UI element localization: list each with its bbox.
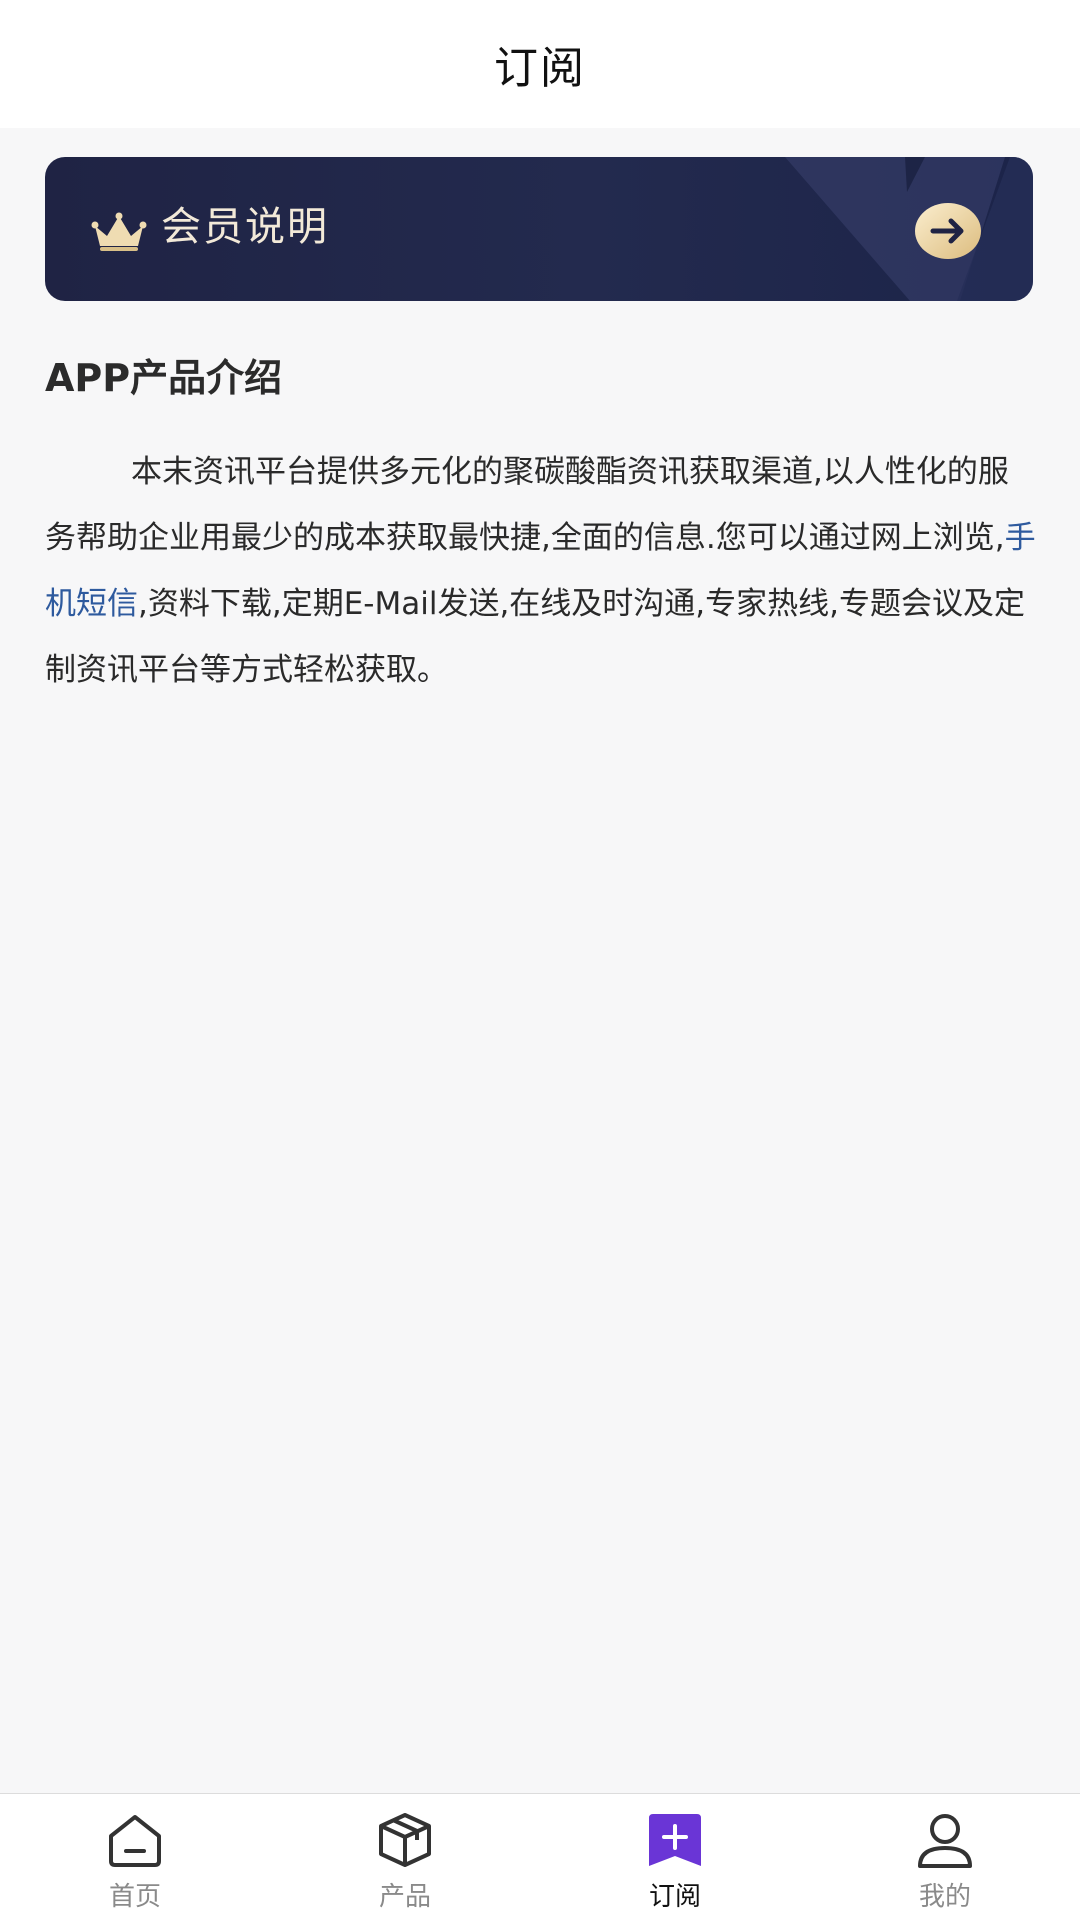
- tab-label: 订阅: [648, 1882, 701, 1912]
- user-icon: [918, 1814, 972, 1868]
- intro-text-before: 本末资讯平台提供多元化的聚碳酸酯资讯获取渠道,以人性化的服务帮助企业用最少的成本…: [45, 454, 1009, 556]
- banner-label: 会员说明: [161, 204, 329, 250]
- tab-label: 首页: [108, 1882, 161, 1912]
- tab-home[interactable]: 首页: [0, 1794, 270, 1921]
- member-info-banner[interactable]: 会员说明: [45, 157, 1033, 301]
- bottom-tab-bar: 首页 产品 订阅 我的: [0, 1793, 1080, 1921]
- home-icon: [109, 1815, 161, 1867]
- box-icon: [379, 1813, 431, 1867]
- tab-label: 我的: [918, 1882, 971, 1912]
- intro-paragraph: 本末资讯平台提供多元化的聚碳酸酯资讯获取渠道,以人性化的服务帮助企业用最少的成本…: [45, 439, 1037, 703]
- page-title: 订阅: [494, 43, 586, 94]
- tab-label: 产品: [378, 1882, 431, 1912]
- intro-text-after: ,资料下载,定期E-Mail发送,在线及时沟通,专家热线,专题会议及定制资讯平台…: [45, 586, 1026, 688]
- arrow-right-icon[interactable]: [915, 203, 981, 259]
- tab-profile[interactable]: 我的: [810, 1794, 1080, 1921]
- section-heading: APP产品介绍: [45, 356, 283, 400]
- top-bar: 订阅: [0, 0, 1080, 128]
- tab-products[interactable]: 产品: [270, 1794, 540, 1921]
- subscribe-plus-icon: [649, 1814, 701, 1866]
- tab-subscribe[interactable]: 订阅: [540, 1794, 810, 1921]
- crown-icon: [91, 212, 147, 251]
